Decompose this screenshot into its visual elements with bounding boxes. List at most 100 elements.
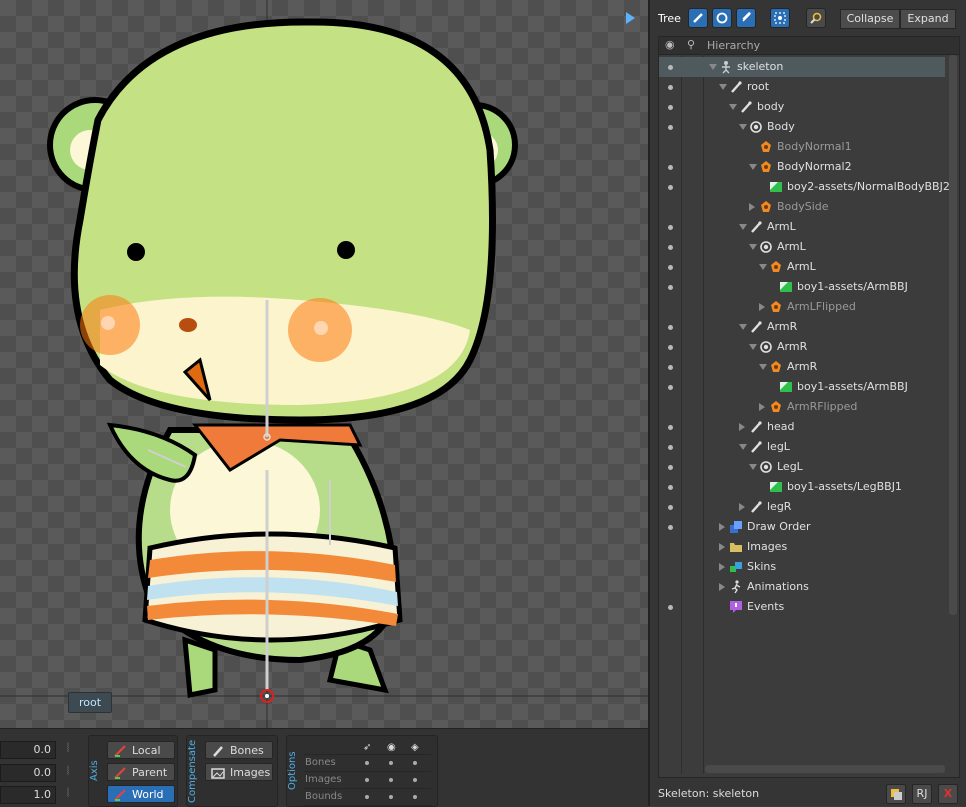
compensate-images-button[interactable]: Images <box>205 763 273 781</box>
rename-button[interactable]: RJ <box>912 784 932 804</box>
tree-row[interactable]: Draw Order <box>659 517 945 537</box>
collapse-arrow-icon[interactable] <box>719 583 725 591</box>
tree-row[interactable]: root <box>659 77 945 97</box>
collapse-arrow-icon[interactable] <box>749 203 755 211</box>
tree-row[interactable]: ArmR <box>659 337 945 357</box>
images-visible-toggle[interactable] <box>389 778 393 782</box>
visibility-dot[interactable] <box>668 345 673 350</box>
tree-row[interactable]: legR <box>659 497 945 517</box>
expand-arrow-icon[interactable] <box>749 464 757 470</box>
eye-icon[interactable]: ◉ <box>665 38 675 51</box>
tree-row[interactable]: Skins <box>659 557 945 577</box>
bones-visible-toggle[interactable] <box>389 761 393 765</box>
play-icon[interactable] <box>626 12 635 24</box>
expand-arrow-icon[interactable] <box>739 324 747 330</box>
tree-row[interactable]: BodyNormal1 <box>659 137 945 157</box>
bones-names-toggle[interactable] <box>413 761 417 765</box>
tree-row[interactable]: legL <box>659 437 945 457</box>
expand-arrow-icon[interactable] <box>749 244 757 250</box>
collapse-arrow-icon[interactable] <box>759 303 765 311</box>
visibility-dot[interactable] <box>668 265 673 270</box>
collapse-arrow-icon[interactable] <box>719 523 725 531</box>
expand-arrow-icon[interactable] <box>709 64 717 70</box>
visibility-dot[interactable] <box>668 425 673 430</box>
tree-row[interactable]: skeleton <box>659 57 945 77</box>
bone-filter-button[interactable] <box>688 8 708 28</box>
collapse-button[interactable]: Collapse <box>840 9 900 29</box>
expand-button[interactable]: Expand <box>900 9 956 29</box>
expand-arrow-icon[interactable] <box>749 164 757 170</box>
tree-row[interactable]: ArmRFlipped <box>659 397 945 417</box>
visibility-dot[interactable] <box>668 365 673 370</box>
visibility-dot[interactable] <box>668 105 673 110</box>
tree-row[interactable]: Animations <box>659 577 945 597</box>
visibility-dot[interactable] <box>668 385 673 390</box>
collapse-arrow-icon[interactable] <box>719 563 725 571</box>
collapse-arrow-icon[interactable] <box>739 503 745 511</box>
expand-arrow-icon[interactable] <box>729 104 737 110</box>
key-icon[interactable]: ⚲ <box>687 38 695 51</box>
tree-row[interactable]: Events <box>659 597 945 617</box>
bones-select-toggle[interactable] <box>365 761 369 765</box>
scale-field[interactable]: 1.0 <box>0 786 56 804</box>
tree-row[interactable]: boy1-assets/ArmBBJ <box>659 277 945 297</box>
expand-arrow-icon[interactable] <box>739 444 747 450</box>
expand-arrow-icon[interactable] <box>719 84 727 90</box>
tree-row[interactable]: ArmL <box>659 257 945 277</box>
tree-row[interactable]: LegL <box>659 457 945 477</box>
tree-row[interactable]: ArmR <box>659 317 945 337</box>
tree-row[interactable]: boy2-assets/NormalBodyBBJ2 <box>659 177 950 197</box>
tree-row[interactable]: BodyNormal2 <box>659 157 945 177</box>
visibility-dot[interactable] <box>668 465 673 470</box>
visibility-dot[interactable] <box>668 185 673 190</box>
visibility-dot[interactable] <box>668 325 673 330</box>
expand-arrow-icon[interactable] <box>759 264 767 270</box>
link-icon[interactable]: ⦚ <box>60 764 76 780</box>
collapse-arrow-icon[interactable] <box>719 543 725 551</box>
bounds-visible-toggle[interactable] <box>389 795 393 799</box>
rotate-field[interactable]: 0.0 <box>0 741 56 759</box>
tree-row[interactable]: ArmL <box>659 217 945 237</box>
tree-row[interactable]: head <box>659 417 945 437</box>
tree-row[interactable]: ArmL <box>659 237 945 257</box>
attachment-filter-button[interactable] <box>736 8 756 28</box>
delete-button[interactable]: X <box>938 784 958 804</box>
axis-parent-button[interactable]: Parent <box>107 763 175 781</box>
visibility-dot[interactable] <box>668 605 673 610</box>
visibility-dot[interactable] <box>668 525 673 530</box>
vertical-scrollbar[interactable] <box>949 55 957 615</box>
visibility-dot[interactable] <box>668 505 673 510</box>
axis-world-button[interactable]: World <box>107 785 175 803</box>
collapse-arrow-icon[interactable] <box>739 423 745 431</box>
images-select-toggle[interactable] <box>365 778 369 782</box>
tree-row[interactable]: ArmR <box>659 357 945 377</box>
visibility-dot[interactable] <box>668 225 673 230</box>
link-icon[interactable]: ⦚ <box>60 786 76 802</box>
visibility-dot[interactable] <box>668 285 673 290</box>
focus-button[interactable] <box>770 8 790 28</box>
hierarchy-tree[interactable]: ◉ ⚲ Hierarchy skeleton root body Body BodyNo… <box>658 36 960 778</box>
axis-local-button[interactable]: Local <box>107 741 175 759</box>
tree-row[interactable]: Images <box>659 537 945 557</box>
collapse-arrow-icon[interactable] <box>759 403 765 411</box>
copy-button[interactable] <box>886 784 906 804</box>
expand-arrow-icon[interactable] <box>749 344 757 350</box>
slot-filter-button[interactable] <box>712 8 732 28</box>
bounds-names-toggle[interactable] <box>413 795 417 799</box>
visibility-dot[interactable] <box>668 85 673 90</box>
tree-row[interactable]: Body <box>659 117 945 137</box>
tree-row[interactable]: ArmLFlipped <box>659 297 945 317</box>
visibility-dot[interactable] <box>668 65 673 70</box>
bounds-select-toggle[interactable] <box>365 795 369 799</box>
viewport-canvas[interactable]: root <box>0 0 648 728</box>
search-button[interactable] <box>806 8 826 28</box>
visibility-dot[interactable] <box>668 125 673 130</box>
visibility-dot[interactable] <box>668 165 673 170</box>
translate-field[interactable]: 0.0 <box>0 764 56 782</box>
tree-row[interactable]: body <box>659 97 945 117</box>
images-names-toggle[interactable] <box>413 778 417 782</box>
expand-arrow-icon[interactable] <box>739 224 747 230</box>
visibility-dot[interactable] <box>668 485 673 490</box>
expand-arrow-icon[interactable] <box>739 124 747 130</box>
visibility-dot[interactable] <box>668 245 673 250</box>
